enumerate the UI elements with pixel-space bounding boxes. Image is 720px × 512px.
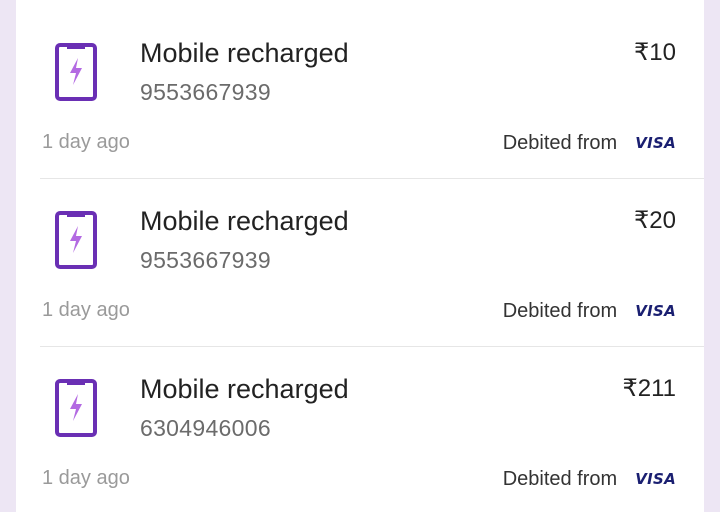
transaction-amount: ₹10 <box>634 39 676 66</box>
transaction-item[interactable]: Mobile recharged 6304946006 ₹211 1 day a… <box>16 336 704 504</box>
transaction-title: Mobile recharged <box>140 206 349 236</box>
mobile-recharge-icon <box>54 210 98 270</box>
transaction-item[interactable]: Mobile recharged 9553667939 ₹20 1 day ag… <box>16 168 704 336</box>
mobile-number: 6304946006 <box>140 415 271 441</box>
mobile-number: 9553667939 <box>140 247 271 273</box>
transaction-title: Mobile recharged <box>140 38 349 68</box>
transaction-item[interactable]: Mobile recharged 9553667939 ₹10 1 day ag… <box>16 0 704 168</box>
transaction-title: Mobile recharged <box>140 374 349 404</box>
debit-label: Debited from <box>502 467 618 490</box>
debit-label: Debited from <box>502 131 618 154</box>
transaction-history-list: Mobile recharged 9553667939 ₹10 1 day ag… <box>16 0 704 512</box>
debit-source: Debited from VISA <box>503 467 676 491</box>
transaction-amount: ₹211 <box>622 375 676 402</box>
mobile-recharge-icon <box>54 378 98 438</box>
visa-logo: VISA <box>635 302 676 320</box>
transaction-time: 1 day ago <box>42 299 130 321</box>
mobile-number: 9553667939 <box>140 79 271 105</box>
visa-logo: VISA <box>635 470 676 488</box>
transaction-time: 1 day ago <box>42 131 130 153</box>
debit-source: Debited from VISA <box>503 299 676 323</box>
transaction-time: 1 day ago <box>42 467 130 489</box>
debit-source: Debited from VISA <box>503 131 676 155</box>
visa-logo: VISA <box>635 134 676 152</box>
mobile-recharge-icon <box>54 42 98 102</box>
transaction-amount: ₹20 <box>634 207 676 234</box>
debit-label: Debited from <box>502 299 618 322</box>
